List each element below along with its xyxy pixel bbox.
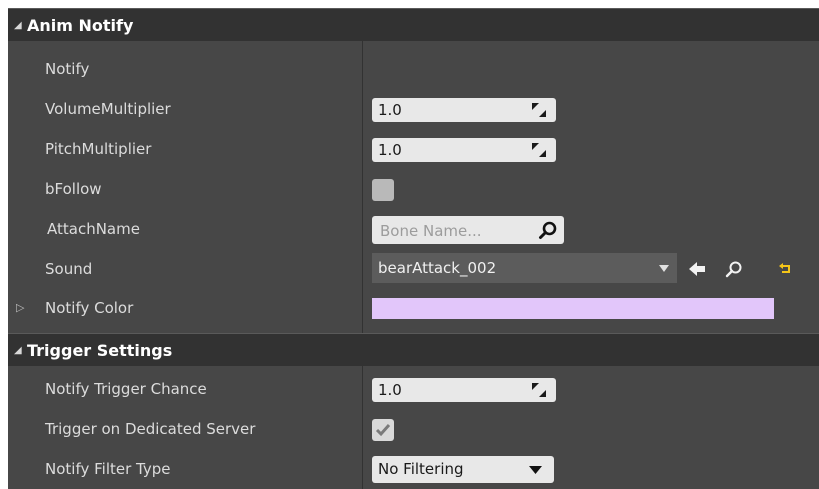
spin-arrows-icon[interactable] <box>532 383 546 397</box>
notify-color-swatch[interactable] <box>372 298 774 319</box>
field-value: 1.0 <box>378 381 402 399</box>
magnifier-icon[interactable] <box>538 220 558 240</box>
field-value: 1.0 <box>378 141 402 159</box>
spin-arrows-icon[interactable] <box>532 143 546 157</box>
property-label: Notify Trigger Chance <box>45 380 207 398</box>
checkmark-icon <box>375 424 391 437</box>
property-row-trigger-dedicated-server: Trigger on Dedicated Server <box>8 409 819 449</box>
property-row-notify-color: ▷ Notify Color <box>8 288 819 328</box>
details-panel: ◢ Anim Notify Notify VolumeMultiplier 1.… <box>8 8 819 489</box>
category-trigger-settings[interactable]: ◢ Trigger Settings <box>8 333 819 366</box>
spin-arrows-icon[interactable] <box>532 103 546 117</box>
property-label: VolumeMultiplier <box>45 100 171 118</box>
property-row-notify-trigger-chance: Notify Trigger Chance 1.0 <box>8 369 819 409</box>
property-label: Notify <box>45 60 90 78</box>
expand-triangle-icon[interactable]: ▷ <box>16 288 24 328</box>
bfollow-checkbox[interactable] <box>372 179 394 201</box>
field-value: 1.0 <box>378 101 402 119</box>
notify-filter-dropdown[interactable]: No Filtering <box>372 456 554 483</box>
bone-name-input[interactable] <box>378 218 532 244</box>
trigger-chance-field[interactable]: 1.0 <box>372 378 556 402</box>
property-row-bfollow: bFollow <box>8 169 819 209</box>
dedicated-server-checkbox[interactable] <box>372 419 394 441</box>
category-anim-notify[interactable]: ◢ Anim Notify <box>8 8 819 41</box>
left-arrow-icon[interactable] <box>688 260 706 278</box>
property-label: PitchMultiplier <box>45 140 152 158</box>
property-label: bFollow <box>45 180 102 198</box>
dropdown-value: No Filtering <box>378 460 464 478</box>
category-title: Trigger Settings <box>27 340 173 360</box>
collapse-triangle-icon[interactable]: ◢ <box>14 20 22 31</box>
sound-asset-name: bearAttack_002 <box>378 259 497 277</box>
reset-arrow-icon[interactable] <box>778 262 792 276</box>
property-row-pitch-multiplier: PitchMultiplier 1.0 <box>8 129 819 169</box>
volume-multiplier-field[interactable]: 1.0 <box>372 98 556 122</box>
sound-asset-combo[interactable]: bearAttack_002 <box>372 253 677 283</box>
property-label: AttachName <box>47 220 140 238</box>
property-label: Trigger on Dedicated Server <box>45 420 256 438</box>
property-label: Notify Color <box>45 299 134 317</box>
chevron-down-icon[interactable] <box>659 265 669 272</box>
property-label: Sound <box>45 260 93 278</box>
collapse-triangle-icon[interactable]: ◢ <box>14 345 22 356</box>
property-row-notify-filter-type: Notify Filter Type No Filtering <box>8 449 819 489</box>
property-row-notify: Notify <box>8 49 819 89</box>
browse-search-icon[interactable] <box>725 260 743 278</box>
property-row-sound: Sound bearAttack_002 <box>8 249 819 289</box>
property-label: Notify Filter Type <box>45 460 171 478</box>
chevron-down-icon <box>529 466 542 474</box>
property-row-attach-name: AttachName <box>8 209 819 249</box>
pitch-multiplier-field[interactable]: 1.0 <box>372 138 556 162</box>
attach-name-search <box>372 216 564 244</box>
property-row-volume-multiplier: VolumeMultiplier 1.0 <box>8 89 819 129</box>
category-title: Anim Notify <box>27 15 134 35</box>
